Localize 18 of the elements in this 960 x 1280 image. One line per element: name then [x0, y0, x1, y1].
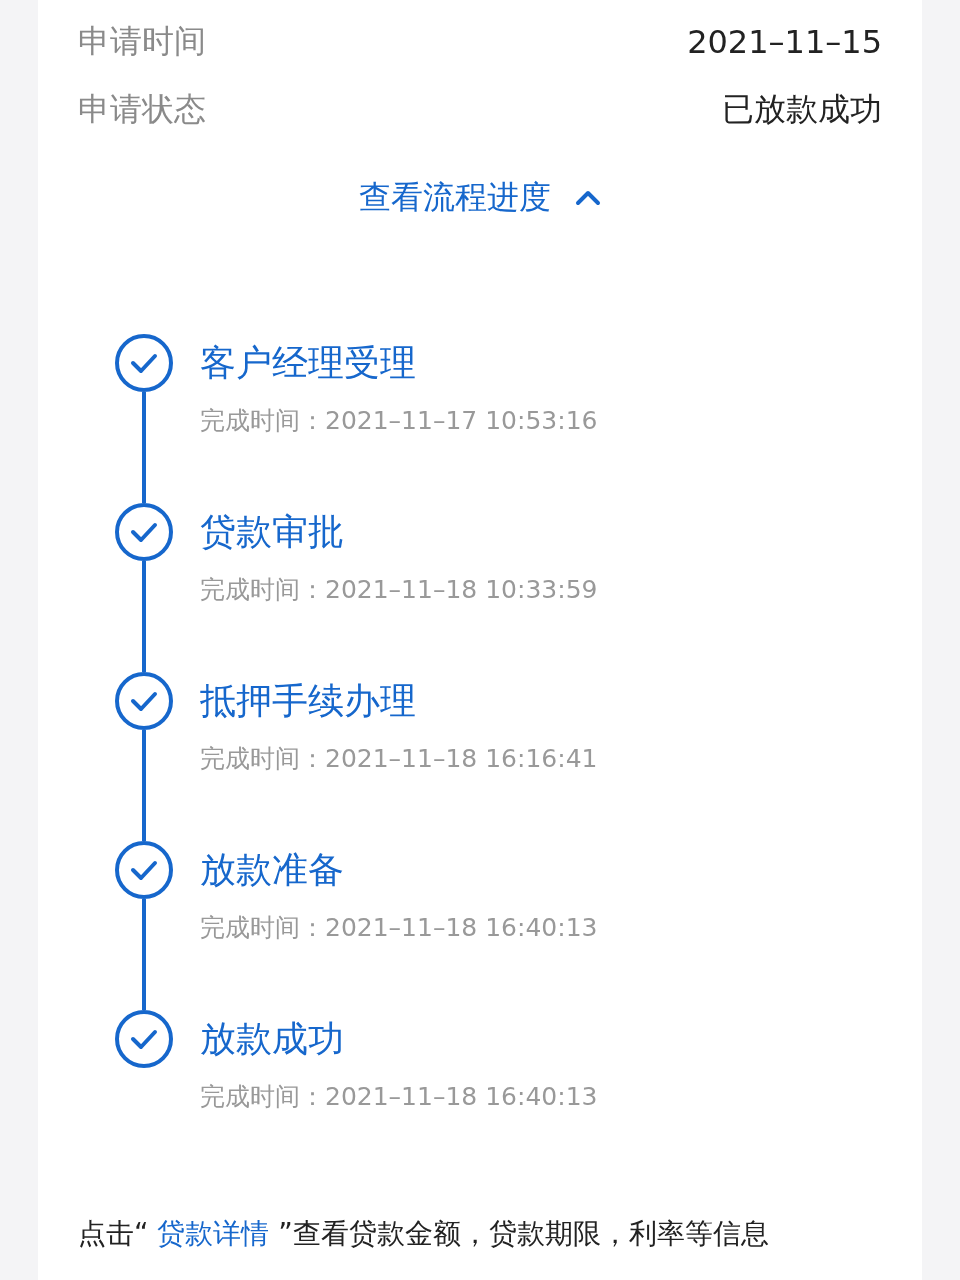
field-value: 2021–11–15	[687, 23, 882, 61]
field-label: 申请状态	[78, 89, 206, 130]
loan-details-link[interactable]: 贷款详情	[157, 1217, 270, 1250]
step-title: 放款成功	[200, 1017, 345, 1061]
progress-toggle[interactable]: 查看流程进度	[351, 172, 609, 224]
step-title: 放款准备	[200, 848, 345, 892]
step-time: 完成时间：2021–11–18 16:40:13	[200, 1081, 599, 1113]
field-label: 申请时间	[78, 21, 206, 62]
step-time: 完成时间：2021–11–17 10:53:16	[200, 405, 599, 437]
step-title: 贷款审批	[200, 510, 345, 554]
chevron-icon	[575, 190, 601, 206]
field-value: 已放款成功	[722, 89, 882, 130]
step-title: 抵押手续办理	[200, 679, 417, 723]
step-time: 完成时间：2021–11–18 16:40:13	[200, 912, 599, 944]
footer-note: 点击“ 贷款详情 ”查看贷款金额，贷款期限，利率等信息	[78, 1216, 770, 1252]
step-title: 客户经理受理	[200, 341, 417, 385]
step-time: 完成时间：2021–11–18 10:33:59	[200, 574, 599, 606]
step-time: 完成时间：2021–11–18 16:16:41	[200, 743, 599, 775]
